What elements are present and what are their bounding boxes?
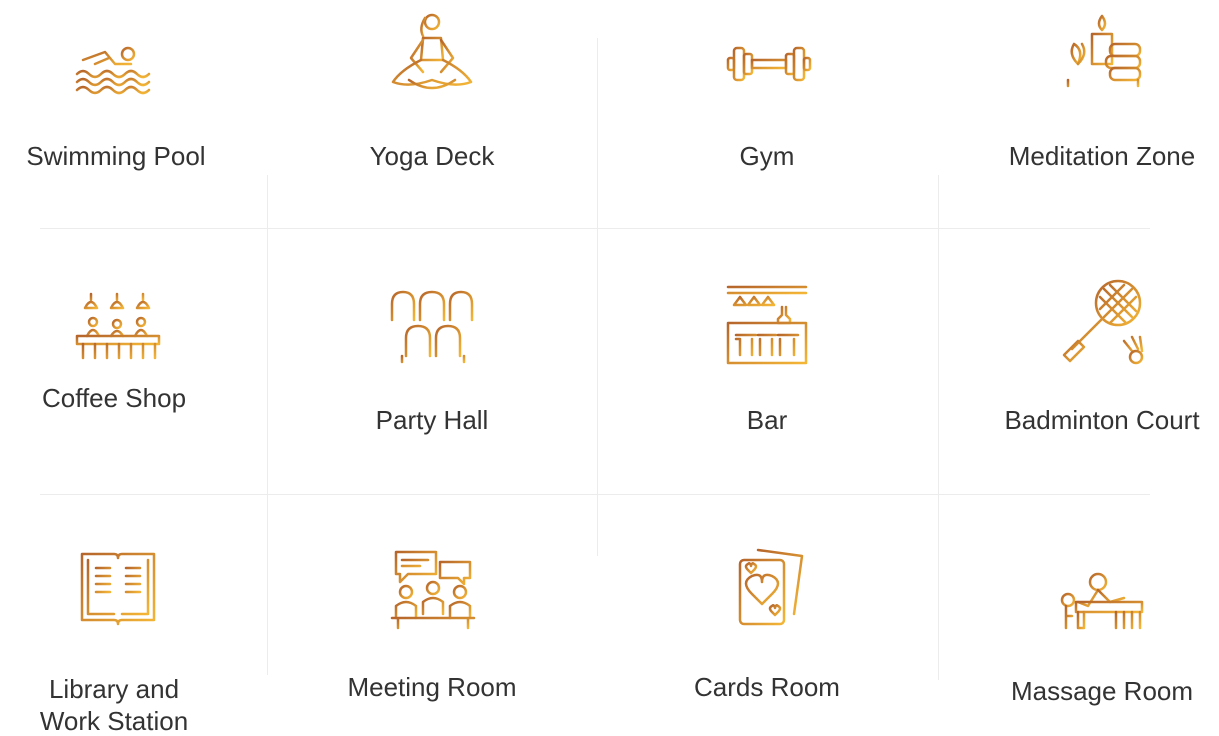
- amenity-label-library-line2: Work Station: [39, 706, 189, 736]
- col-divider-1: [267, 175, 268, 675]
- amenity-label-cards-room: Cards Room: [694, 672, 840, 702]
- row-divider-1: [40, 228, 1150, 229]
- racket-shuttlecock-icon: [1058, 275, 1148, 367]
- amenity-label-gym: Gym: [739, 141, 795, 171]
- dumbbell-icon: [726, 44, 812, 84]
- amenity-label-meditation-zone: Meditation Zone: [1008, 141, 1196, 171]
- col-divider-3: [938, 175, 939, 680]
- amenity-label-library-line1: Library and: [48, 674, 180, 704]
- row-divider-2: [40, 494, 1150, 495]
- amenity-label-badminton-court: Badminton Court: [1004, 405, 1200, 435]
- meeting-icon: [390, 548, 476, 630]
- yoga-pose-icon: [389, 10, 475, 98]
- massage-icon: [1058, 572, 1146, 630]
- open-book-icon: [78, 548, 158, 628]
- playing-cards-icon: [736, 544, 808, 628]
- coffee-counter-icon: [75, 290, 161, 362]
- amenity-label-coffee-shop: Coffee Shop: [41, 383, 187, 413]
- amenity-label-bar: Bar: [746, 405, 788, 435]
- amenity-label-yoga-deck: Yoga Deck: [369, 141, 495, 171]
- chairs-icon: [386, 290, 480, 364]
- amenity-label-swimming-pool: Swimming Pool: [26, 141, 206, 171]
- swimmer-icon: [75, 42, 155, 98]
- amenity-label-party-hall: Party Hall: [375, 405, 489, 435]
- bar-counter-icon: [726, 285, 808, 365]
- col-divider-2: [597, 38, 598, 556]
- candle-stones-icon: [1060, 14, 1146, 92]
- amenity-label-massage-room: Massage Room: [1010, 676, 1194, 706]
- amenity-label-meeting-room: Meeting Room: [347, 672, 517, 702]
